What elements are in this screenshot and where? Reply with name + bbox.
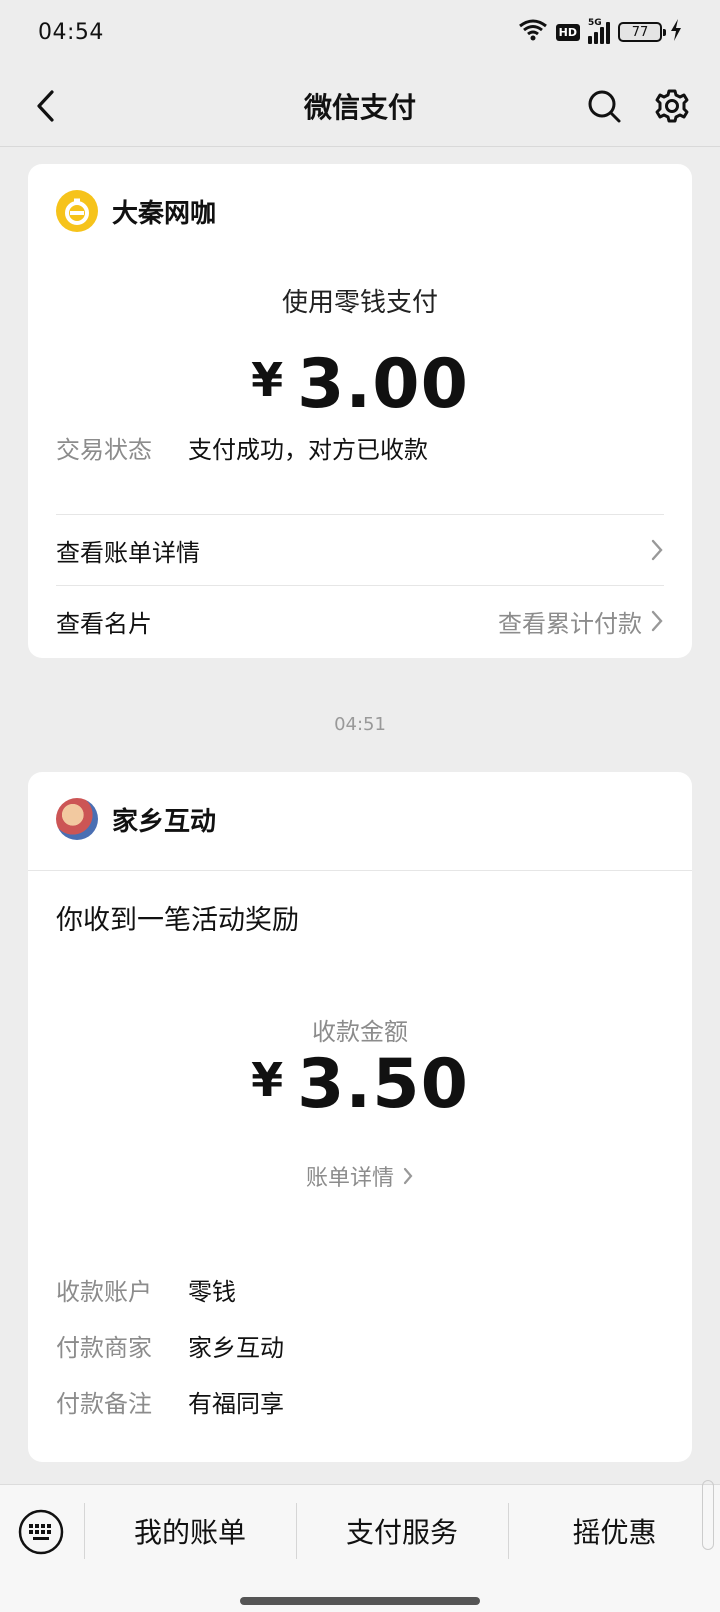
- kv-value: 有福同享: [188, 1390, 284, 1418]
- battery-icon: 77: [618, 22, 666, 42]
- status-icons: HD 5G 77: [518, 18, 682, 46]
- home-indicator[interactable]: [240, 1597, 480, 1605]
- payment-card: 大秦网咖 使用零钱支付 ¥ 3.00 交易状态 支付成功，对方已收款 查看账单详…: [28, 164, 692, 658]
- bill-detail-row[interactable]: 查看账单详情: [56, 515, 664, 585]
- nav-bar: 微信支付: [0, 64, 720, 148]
- chevron-right-icon: [403, 1167, 413, 1185]
- kv-key: 收款账户: [56, 1278, 152, 1306]
- transaction-status-row: 交易状态 支付成功，对方已收款: [56, 430, 428, 465]
- merchant-row[interactable]: 家乡互动: [56, 798, 216, 840]
- status-value: 支付成功，对方已收款: [188, 436, 428, 464]
- back-arrow-icon: [37, 90, 54, 122]
- gear-icon: [655, 89, 689, 123]
- message-timestamp: 04:51: [334, 714, 386, 735]
- merchant-name: 大秦网咖: [112, 198, 217, 229]
- kv-value: 家乡互动: [188, 1334, 284, 1362]
- kv-value: 零钱: [188, 1278, 236, 1306]
- merchant-logo-icon: [56, 190, 98, 232]
- reward-card: 家乡互动 你收到一笔活动奖励 收款金额 ¥ 3.50 账单详情 收款账户 零钱 …: [28, 772, 692, 1462]
- kv-key: 付款备注: [56, 1390, 152, 1418]
- receive-account-row: 收款账户 零钱: [56, 1272, 236, 1307]
- chevron-right-icon: [651, 539, 663, 561]
- bill-detail-label: 查看账单详情: [56, 538, 200, 567]
- menu-shake-offers[interactable]: 摇优惠: [509, 1503, 720, 1559]
- amount-value: 3.50: [297, 1044, 469, 1124]
- page-title: 微信支付: [303, 91, 416, 124]
- view-card-row[interactable]: 查看名片 查看累计付款: [56, 586, 664, 656]
- payment-note-row: 付款备注 有福同享: [56, 1384, 284, 1419]
- merchant-row[interactable]: 大秦网咖: [56, 190, 216, 232]
- bill-detail-label: 账单详情: [305, 1166, 394, 1191]
- amount-value: 3.00: [297, 344, 469, 424]
- keyboard-icon: [18, 1509, 64, 1555]
- payment-method: 使用零钱支付: [281, 288, 438, 318]
- kv-key: 付款商家: [56, 1334, 152, 1362]
- search-icon: [588, 90, 621, 123]
- view-total-link[interactable]: 查看累计付款: [498, 604, 642, 639]
- hd-badge: HD: [555, 23, 580, 41]
- reward-amount: ¥ 3.50: [28, 1034, 692, 1134]
- bill-detail-link[interactable]: 账单详情: [28, 1160, 692, 1192]
- settings-button[interactable]: [648, 82, 696, 130]
- currency-symbol: ¥: [251, 353, 284, 407]
- chevron-right-icon: [651, 610, 663, 632]
- currency-symbol: ¥: [251, 1053, 284, 1107]
- wifi-icon: [518, 18, 548, 46]
- menu-payment-services[interactable]: 支付服务: [297, 1503, 507, 1559]
- search-button[interactable]: [580, 82, 628, 130]
- status-label: 交易状态: [56, 436, 152, 464]
- scrollbar-thumb[interactable]: [702, 1480, 714, 1550]
- view-card-label: 查看名片: [56, 609, 152, 638]
- bottom-menu-bar: 我的账单 支付服务 摇优惠: [0, 1484, 720, 1612]
- status-bar: 04:54 HD 5G 77: [0, 0, 720, 64]
- nav-divider: [0, 146, 720, 147]
- keyboard-toggle-button[interactable]: [16, 1507, 66, 1557]
- divider: [28, 870, 692, 871]
- menu-my-bills[interactable]: 我的账单: [85, 1503, 295, 1559]
- back-button[interactable]: [22, 82, 70, 130]
- merchant-name: 家乡互动: [112, 806, 217, 837]
- payer-merchant-row: 付款商家 家乡互动: [56, 1328, 284, 1363]
- merchant-avatar: [56, 798, 98, 840]
- payment-amount: ¥ 3.00: [28, 344, 692, 424]
- charging-icon: [670, 19, 682, 45]
- reward-message: 你收到一笔活动奖励: [56, 905, 299, 936]
- status-time: 04:54: [38, 19, 104, 45]
- signal-icon: 5G: [588, 18, 610, 44]
